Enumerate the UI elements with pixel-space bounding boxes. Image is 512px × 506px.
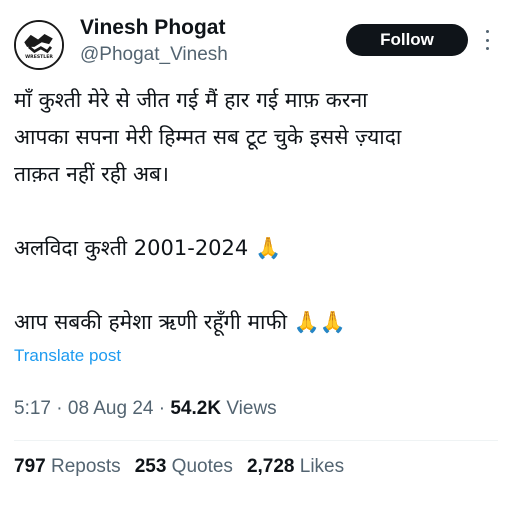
tweet-line-3: ताक़त नहीं रही अब। — [14, 162, 169, 186]
tweet-line-1: माँ कुश्ती मेरे से जीत गई मैं हार गई माफ… — [14, 88, 368, 112]
quotes-label: Quotes — [171, 456, 233, 477]
author-handle[interactable]: @Phogat_Vinesh — [80, 44, 228, 66]
likes-count: 2,728 — [246, 456, 295, 477]
post-date[interactable]: 08 Aug 24 — [68, 398, 154, 419]
views-count: 54.2K — [170, 398, 222, 419]
tweet-line-5: अलविदा कुश्ती 2001-2024 🙏 — [14, 236, 282, 260]
tweet-text: माँ कुश्ती मेरे से जीत गई मैं हार गई माफ… — [14, 82, 494, 341]
reposts-label: Reposts — [50, 456, 121, 477]
reposts-count: 797 — [14, 456, 46, 477]
translate-post-link[interactable]: Translate post — [14, 346, 121, 366]
svg-text:WRESTLER: WRESTLER — [25, 54, 53, 60]
engagement-stats: 797 Reposts 253 Quotes 2,728 Likes — [14, 456, 358, 478]
views-label: Views — [226, 398, 277, 419]
author-name[interactable]: Vinesh Phogat — [80, 16, 225, 40]
dot — [485, 38, 489, 42]
avatar[interactable]: WRESTLER — [14, 20, 64, 70]
meta-separator: · — [56, 398, 63, 419]
dot — [485, 47, 489, 50]
tweet-line-7: आप सबकी हमेशा ऋणी रहूँगी माफी 🙏🙏 — [14, 310, 347, 334]
quotes-count: 253 — [134, 456, 167, 477]
likes-label: Likes — [299, 456, 345, 477]
quotes-stat[interactable]: 253 Quotes — [135, 456, 233, 478]
more-options-icon[interactable] — [482, 30, 492, 50]
follow-button[interactable]: Follow — [346, 24, 468, 56]
tweet-meta: 5:17 · 08 Aug 24 · 54.2K Views — [14, 398, 277, 420]
post-time[interactable]: 5:17 — [14, 398, 51, 419]
divider — [14, 440, 498, 441]
dot — [485, 30, 489, 33]
reposts-stat[interactable]: 797 Reposts — [14, 456, 121, 478]
tweet-line-2: आपका सपना मेरी हिम्मत सब टूट चुके इससे ज… — [14, 125, 402, 149]
meta-separator: · — [158, 398, 166, 419]
likes-stat[interactable]: 2,728 Likes — [247, 456, 344, 478]
wrestler-logo-icon: WRESTLER — [16, 22, 62, 68]
